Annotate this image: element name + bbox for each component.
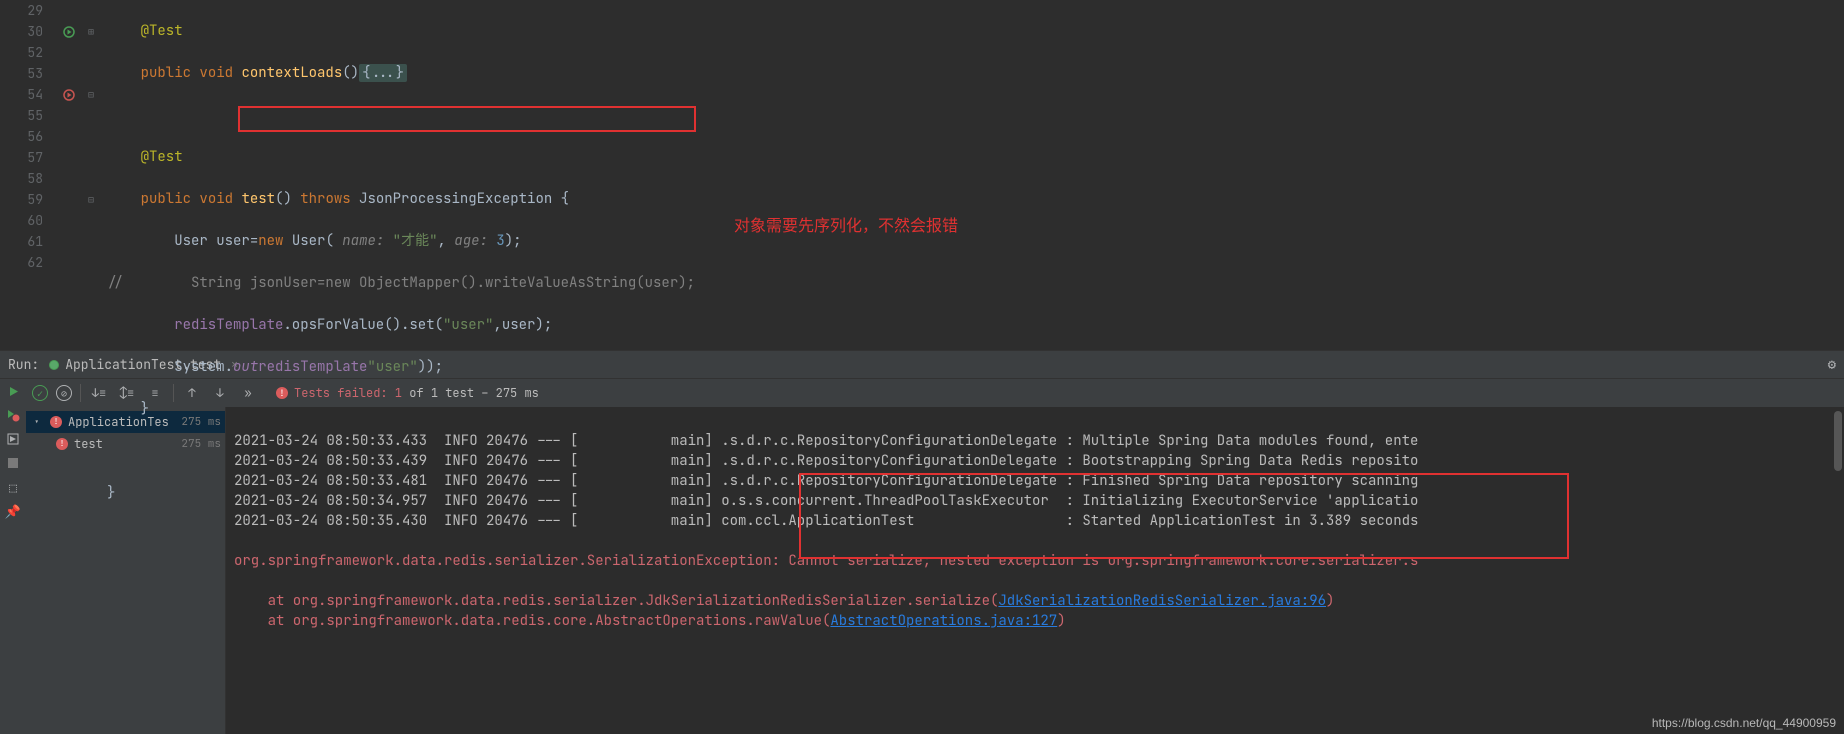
- pin-icon[interactable]: 📌: [5, 503, 21, 519]
- rerun-failed-icon[interactable]: [5, 407, 21, 423]
- sort-icon[interactable]: ↓≡: [89, 383, 109, 403]
- code-content[interactable]: @Test public void contextLoads(){...} @T…: [99, 0, 1844, 350]
- show-passed-icon[interactable]: ✓: [32, 385, 48, 401]
- run-test-icon[interactable]: [55, 21, 83, 42]
- line-number-gutter: 29 30 52 53 54 55 56 57 58 59 60 61 62: [0, 0, 55, 350]
- run-failed-test-icon[interactable]: [55, 84, 83, 105]
- layout-icon[interactable]: ⬚: [5, 479, 21, 495]
- fold-icon[interactable]: ⊟: [83, 189, 99, 210]
- rerun-icon[interactable]: [5, 383, 21, 399]
- annotation-text: 对象需要先序列化，不然会报错: [734, 216, 958, 237]
- stacktrace-link[interactable]: AbstractOperations.java:127: [830, 612, 1057, 630]
- fold-icon[interactable]: ⊟: [83, 84, 99, 105]
- gutter-icons: [55, 0, 83, 350]
- stop-icon[interactable]: [5, 455, 21, 471]
- console-output[interactable]: 2021-03-24 08:50:33.433 INFO 20476 --- […: [226, 407, 1844, 734]
- test-config-icon: [49, 360, 59, 370]
- run-tool-window: Run: ApplicationTest.test ✕ ⚙ ⬚ 📌 ✓ ⊘ ↓≡…: [0, 350, 1844, 734]
- error-badge-icon: !: [56, 438, 68, 450]
- show-ignored-icon[interactable]: ⊘: [56, 385, 72, 401]
- error-badge-icon: !: [50, 416, 62, 428]
- fold-icon[interactable]: ⊞: [83, 21, 99, 42]
- toggle-auto-test-icon[interactable]: [5, 431, 21, 447]
- folded-code-icon[interactable]: {...}: [359, 64, 407, 82]
- code-editor[interactable]: 29 30 52 53 54 55 56 57 58 59 60 61 62 ⊞…: [0, 0, 1844, 350]
- chevron-down-icon[interactable]: ▾: [34, 416, 44, 428]
- watermark: https://blog.csdn.net/qq_44900959: [1652, 716, 1836, 730]
- fold-column: ⊞ ⊟ ⊟: [83, 0, 99, 350]
- run-label: Run:: [8, 356, 39, 373]
- run-side-toolbar: ⬚ 📌: [0, 379, 26, 734]
- stacktrace-link[interactable]: JdkSerializationRedisSerializer.java:96: [998, 592, 1326, 610]
- scrollbar-thumb[interactable]: [1834, 411, 1842, 471]
